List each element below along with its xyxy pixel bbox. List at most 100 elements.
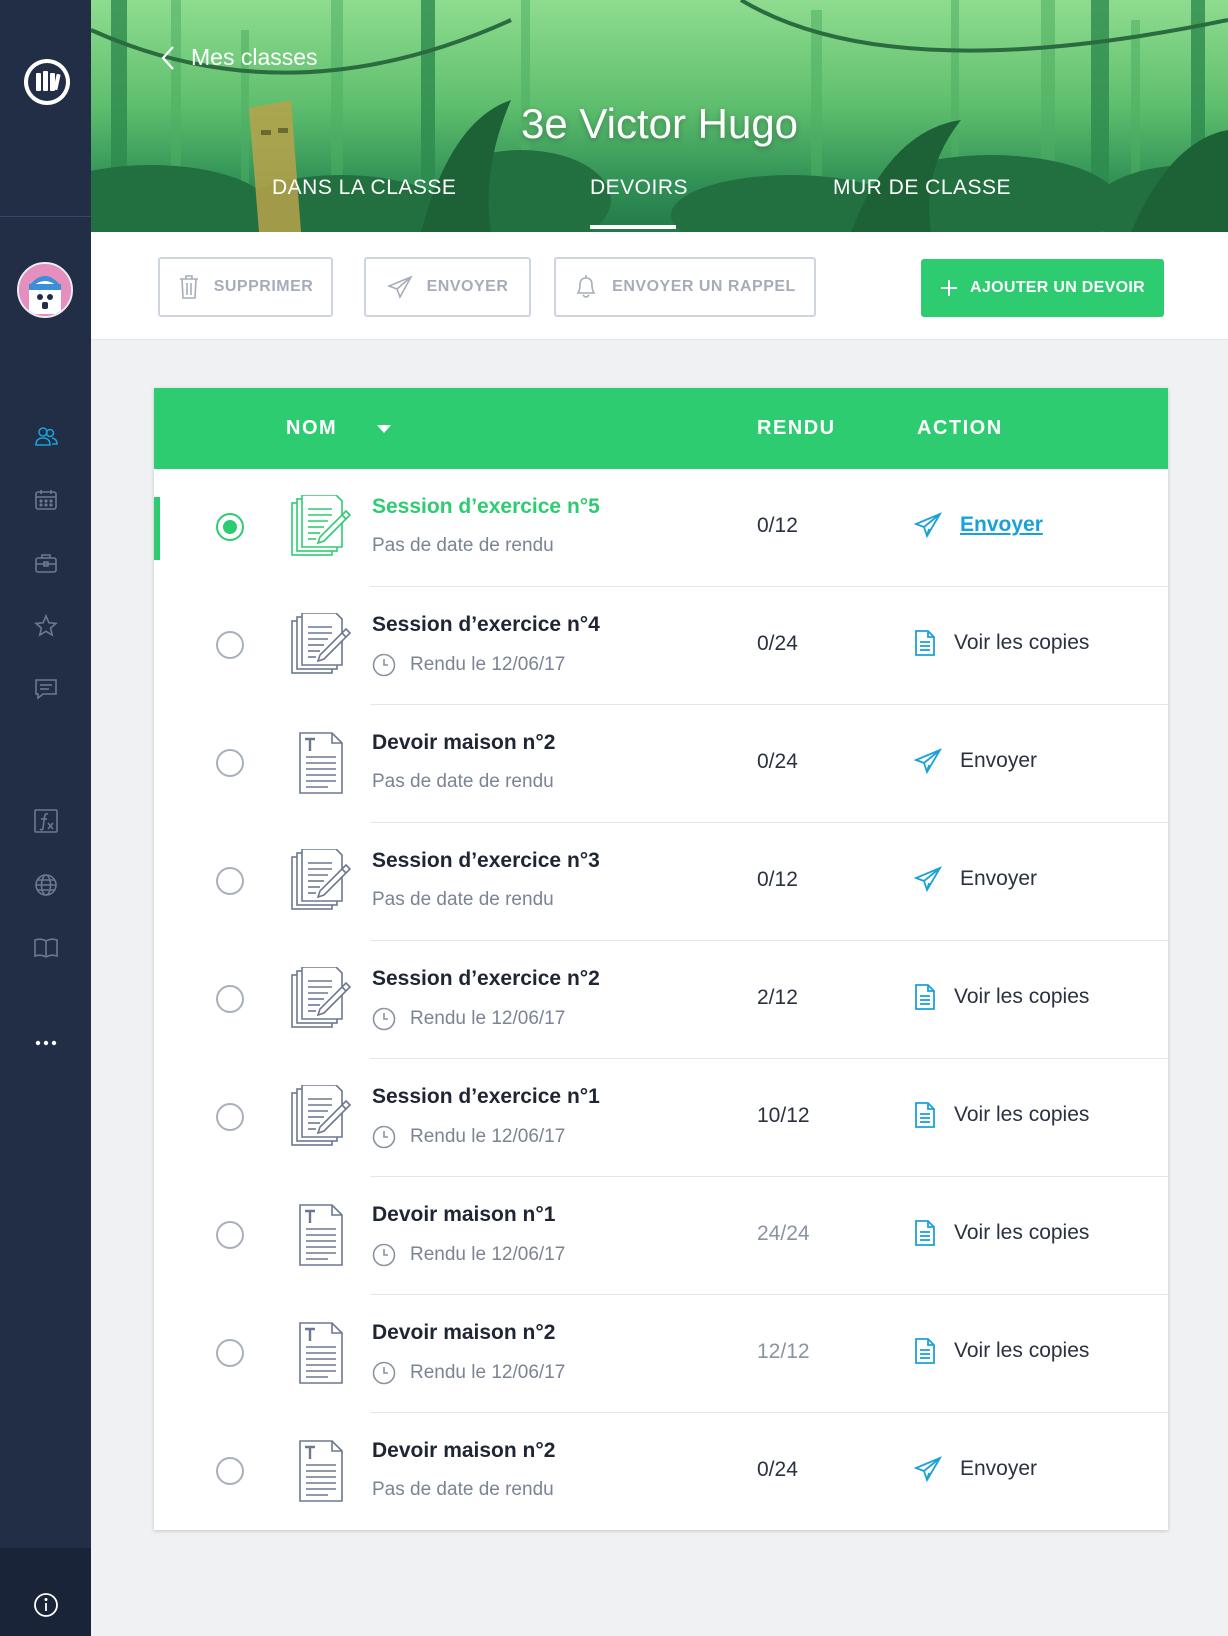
submission-count: 10/12 xyxy=(757,1104,810,1127)
text-document-icon xyxy=(288,1439,354,1505)
view-copies-action[interactable]: Voir les copies xyxy=(914,1102,1089,1128)
view-copies-action[interactable]: Voir les copies xyxy=(914,1220,1089,1246)
homework-name[interactable]: Session d’exercice n°1 xyxy=(372,1085,600,1109)
tab-dans-la-classe[interactable]: DANS LA CLASSE xyxy=(272,176,456,200)
send-action[interactable]: Envoyer xyxy=(914,1456,1037,1482)
action-label[interactable]: Voir les copies xyxy=(954,631,1089,655)
exercise-sheet-icon xyxy=(288,966,354,1033)
formula-icon[interactable] xyxy=(33,808,59,834)
add-homework-button[interactable]: AJOUTER UN DEVOIR xyxy=(921,259,1164,317)
due-date-label: Pas de date de rendu xyxy=(372,535,554,556)
table-row[interactable]: Session d’exercice n°5 Pas de date de ren… xyxy=(154,469,1168,587)
action-label[interactable]: Envoyer xyxy=(960,749,1037,773)
table-row[interactable]: Devoir maison n°2 Rendu le 12/06/17 12/12… xyxy=(154,1295,1168,1413)
briefcase-icon[interactable] xyxy=(33,550,59,576)
action-label[interactable]: Envoyer xyxy=(960,1457,1037,1481)
due-date-label: Rendu le 12/06/17 xyxy=(410,1008,566,1029)
text-document-icon xyxy=(288,1321,354,1387)
avatar-character-icon xyxy=(19,264,71,316)
bell-icon xyxy=(576,275,596,298)
homework-name[interactable]: Devoir maison n°2 xyxy=(372,731,555,755)
action-label[interactable]: Envoyer xyxy=(960,867,1037,891)
selected-row-indicator xyxy=(154,497,160,560)
sort-down-icon[interactable] xyxy=(376,424,392,434)
submission-count: 0/24 xyxy=(757,750,798,773)
chevron-left-icon xyxy=(161,45,174,70)
row-select-radio[interactable] xyxy=(216,1457,244,1485)
submission-count: 0/12 xyxy=(757,868,798,891)
delete-button[interactable]: SUPPRIMER xyxy=(158,257,333,317)
homework-name[interactable]: Session d’exercice n°3 xyxy=(372,849,600,873)
trash-icon xyxy=(179,275,198,299)
users-icon[interactable] xyxy=(33,424,59,450)
document-icon xyxy=(914,1220,936,1246)
table-row[interactable]: Devoir maison n°2 Pas de date de rendu 0/2… xyxy=(154,705,1168,823)
action-label[interactable]: Voir les copies xyxy=(954,1103,1089,1127)
action-label[interactable]: Voir les copies xyxy=(954,985,1089,1009)
book-icon[interactable] xyxy=(33,935,59,961)
sidebar xyxy=(0,0,91,1636)
due-date: Pas de date de rendu xyxy=(372,889,554,911)
table-row[interactable]: Session d’exercice n°3 Pas de date de ren… xyxy=(154,823,1168,941)
homework-name[interactable]: Session d’exercice n°5 xyxy=(372,495,600,519)
row-select-radio[interactable] xyxy=(216,1339,244,1367)
homework-name[interactable]: Devoir maison n°1 xyxy=(372,1203,555,1227)
due-date: Rendu le 12/06/17 xyxy=(372,1361,565,1385)
app-logo-icon[interactable] xyxy=(22,57,72,107)
view-copies-action[interactable]: Voir les copies xyxy=(914,984,1089,1010)
submission-count: 0/12 xyxy=(757,514,798,537)
row-select-radio[interactable] xyxy=(216,513,244,541)
due-date-label: Rendu le 12/06/17 xyxy=(410,1244,566,1265)
send-action[interactable]: Envoyer xyxy=(914,512,1043,538)
send-action[interactable]: Envoyer xyxy=(914,866,1037,892)
avatar[interactable] xyxy=(17,262,73,318)
due-date: Rendu le 12/06/17 xyxy=(372,1243,565,1267)
row-select-radio[interactable] xyxy=(216,631,244,659)
homework-name[interactable]: Devoir maison n°2 xyxy=(372,1321,555,1345)
view-copies-action[interactable]: Voir les copies xyxy=(914,1338,1089,1364)
row-select-radio[interactable] xyxy=(216,749,244,777)
homework-name[interactable]: Devoir maison n°2 xyxy=(372,1439,555,1463)
submission-count: 2/12 xyxy=(757,986,798,1009)
homework-name[interactable]: Session d’exercice n°4 xyxy=(372,613,600,637)
star-icon[interactable] xyxy=(33,613,59,639)
clock-icon xyxy=(372,1243,396,1267)
row-select-radio[interactable] xyxy=(216,985,244,1013)
calendar-icon[interactable] xyxy=(33,487,59,513)
send-reminder-label: ENVOYER UN RAPPEL xyxy=(612,278,796,295)
action-label[interactable]: Envoyer xyxy=(960,513,1043,537)
table-row[interactable]: Session d’exercice n°1 Rendu le 12/06/17… xyxy=(154,1059,1168,1177)
action-label[interactable]: Voir les copies xyxy=(954,1339,1089,1363)
add-homework-label: AJOUTER UN DEVOIR xyxy=(970,279,1145,296)
due-date-label: Rendu le 12/06/17 xyxy=(410,654,566,675)
message-icon[interactable] xyxy=(33,676,59,702)
text-document-icon xyxy=(288,1203,354,1269)
exercise-sheet-icon xyxy=(288,848,354,915)
table-row[interactable]: Session d’exercice n°4 Rendu le 12/06/17… xyxy=(154,587,1168,705)
send-reminder-button[interactable]: ENVOYER UN RAPPEL xyxy=(554,257,816,317)
tab-devoirs[interactable]: DEVOIRS xyxy=(590,176,688,200)
due-date-label: Rendu le 12/06/17 xyxy=(410,1362,566,1383)
due-date-label: Pas de date de rendu xyxy=(372,1479,554,1500)
back-link[interactable]: Mes classes xyxy=(161,44,318,71)
column-header-nom[interactable]: NOM xyxy=(286,417,337,440)
homework-name[interactable]: Session d’exercice n°2 xyxy=(372,967,600,991)
tab-mur-de-classe[interactable]: MUR DE CLASSE xyxy=(833,176,1011,200)
action-label[interactable]: Voir les copies xyxy=(954,1221,1089,1245)
row-select-radio[interactable] xyxy=(216,867,244,895)
table-row[interactable]: Session d’exercice n°2 Rendu le 12/06/17… xyxy=(154,941,1168,1059)
more-icon[interactable] xyxy=(33,1030,59,1056)
send-button[interactable]: ENVOYER xyxy=(364,257,531,317)
exercise-sheet-icon xyxy=(288,1084,354,1151)
info-icon[interactable] xyxy=(33,1592,59,1618)
sidebar-divider xyxy=(0,216,91,217)
view-copies-action[interactable]: Voir les copies xyxy=(914,630,1089,656)
row-select-radio[interactable] xyxy=(216,1103,244,1131)
table-row[interactable]: Devoir maison n°1 Rendu le 12/06/17 24/24… xyxy=(154,1177,1168,1295)
row-select-radio[interactable] xyxy=(216,1221,244,1249)
send-action[interactable]: Envoyer xyxy=(914,748,1037,774)
clock-icon xyxy=(372,1125,396,1149)
document-icon xyxy=(914,630,936,656)
globe-icon[interactable] xyxy=(33,872,59,898)
table-row[interactable]: Devoir maison n°2 Pas de date de rendu 0/2… xyxy=(154,1413,1168,1531)
